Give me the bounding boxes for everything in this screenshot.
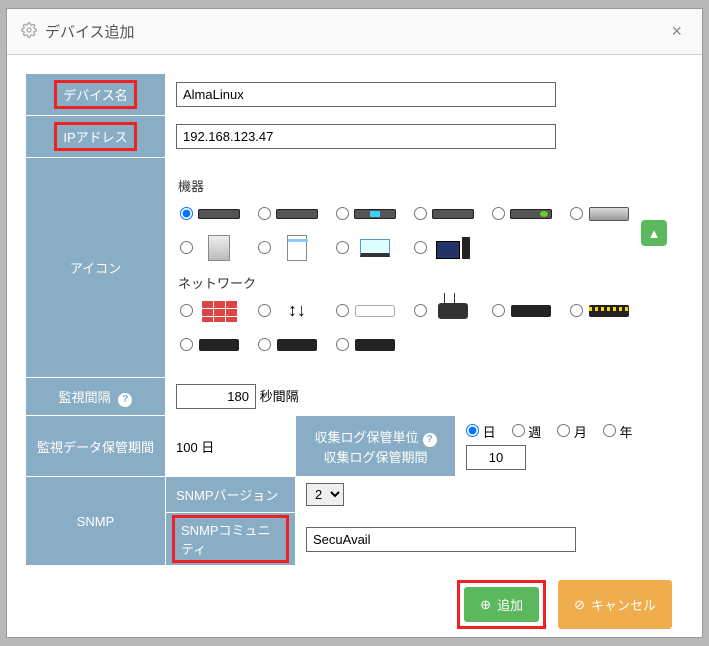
icon-option-firewall[interactable] (180, 298, 254, 324)
interval-unit: 秒間隔 (260, 389, 299, 404)
icon-option-switch1[interactable] (336, 298, 410, 324)
ip-label-cell: IPアドレス (26, 116, 166, 158)
device-name-label: デバイス名 (54, 80, 137, 109)
dialog-header: デバイス追加 × (7, 9, 702, 55)
device-name-cell (166, 74, 684, 116)
device-section-title: 機器 (178, 176, 671, 195)
add-button[interactable]: ⊕ 追加 (464, 587, 539, 622)
ip-cell (166, 116, 684, 158)
icon-option-hub1[interactable] (492, 298, 566, 324)
log-unit-day[interactable]: 日 (466, 422, 496, 441)
interval-label: 監視間隔 (59, 390, 111, 405)
icon-option-hub5[interactable] (336, 332, 410, 358)
icon-option-rack1[interactable] (180, 201, 254, 227)
cancel-button[interactable]: ⊘ キャンセル (558, 580, 672, 629)
icon-option-hub4[interactable] (258, 332, 332, 358)
icon-option-rack-blue[interactable] (336, 201, 410, 227)
icon-option-rack2[interactable] (258, 201, 332, 227)
log-unit-month[interactable]: 月 (557, 422, 587, 441)
snmp-version-select[interactable]: 2 (306, 483, 344, 506)
icon-option-pc[interactable] (414, 235, 488, 261)
log-cell: 日 週 月 年 (456, 416, 684, 477)
icon-option-rack4[interactable] (414, 201, 488, 227)
cancel-button-label: キャンセル (591, 595, 656, 614)
device-icon-grid (178, 199, 671, 267)
device-add-dialog: デバイス追加 × デバイス名 IPアドレス (6, 8, 703, 638)
log-period-input[interactable] (466, 445, 526, 470)
interval-cell: 秒間隔 (166, 378, 684, 416)
icon-option-hub3[interactable] (180, 332, 254, 358)
caret-up-icon: ▲ (648, 226, 661, 241)
help-icon[interactable]: ? (118, 393, 132, 407)
icon-label: アイコン (26, 158, 166, 378)
network-section-title: ネットワーク (178, 273, 671, 292)
retention-label: 監視データ保管期間 (26, 416, 166, 477)
ban-icon: ⊘ (574, 597, 585, 613)
icon-option-hdd[interactable] (570, 201, 644, 227)
interval-label-cell: 監視間隔 ? (26, 378, 166, 416)
log-unit-label: 収集ログ保管単位 (314, 430, 418, 445)
interval-input[interactable] (176, 384, 256, 409)
network-icon-grid: ↕↓ (178, 296, 671, 364)
plus-circle-icon: ⊕ (480, 597, 491, 613)
icon-option-arrows[interactable]: ↕↓ (258, 298, 332, 324)
add-button-label: 追加 (497, 595, 523, 614)
icon-option-router[interactable] (414, 298, 488, 324)
snmp-community-input[interactable] (306, 527, 576, 552)
dialog-title: デバイス追加 (45, 21, 665, 42)
log-unit-week[interactable]: 週 (512, 422, 542, 441)
icon-option-rack-green[interactable] (492, 201, 566, 227)
retention-value: 100 日 (166, 416, 296, 477)
snmp-community-cell (296, 513, 684, 566)
icon-option-paper[interactable] (258, 235, 332, 261)
help-icon[interactable]: ? (423, 433, 437, 447)
scroll-up-button[interactable]: ▲ (641, 220, 667, 246)
snmp-label: SNMP (26, 477, 166, 566)
icon-option-hub-lights[interactable] (570, 298, 644, 324)
add-highlight: ⊕ 追加 (457, 580, 546, 629)
gear-icon (21, 22, 37, 41)
dialog-footer: ⊕ 追加 ⊘ キャンセル (25, 566, 684, 631)
log-period-label: 収集ログ保管期間 (304, 447, 447, 466)
icon-option-tower[interactable] (180, 235, 254, 261)
icon-option-laptop[interactable] (336, 235, 410, 261)
device-name-label-cell: デバイス名 (26, 74, 166, 116)
dialog-body: デバイス名 IPアドレス アイコン 機器 (7, 55, 702, 645)
snmp-version-cell: 2 (296, 477, 684, 513)
log-label-cell: 収集ログ保管単位? 収集ログ保管期間 (296, 416, 456, 477)
ip-address-label: IPアドレス (54, 122, 136, 151)
ip-address-input[interactable] (176, 124, 556, 149)
snmp-community-label: SNMPコミュニティ (172, 515, 289, 563)
snmp-version-label: SNMPバージョン (166, 477, 296, 513)
close-icon[interactable]: × (665, 19, 688, 44)
snmp-community-label-cell: SNMPコミュニティ (166, 513, 296, 566)
log-unit-year[interactable]: 年 (603, 422, 633, 441)
icon-picker: 機器 ネットワーク (166, 158, 684, 378)
form-table: デバイス名 IPアドレス アイコン 機器 (25, 73, 684, 566)
device-name-input[interactable] (176, 82, 556, 107)
